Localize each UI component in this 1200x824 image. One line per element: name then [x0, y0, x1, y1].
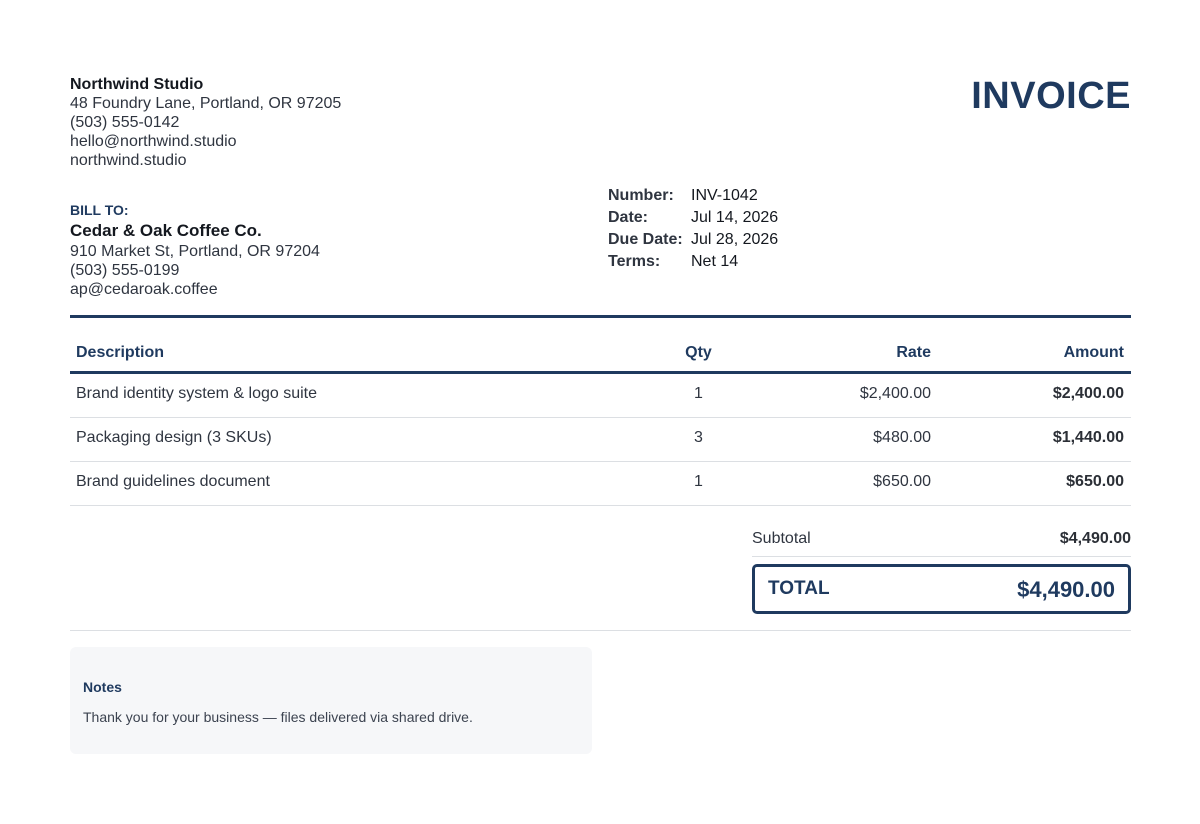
row-qty: 1 [694, 385, 703, 402]
total-label: TOTAL [768, 578, 830, 599]
meta-label: Number: [608, 187, 674, 204]
client-phone: (503) 555-0199 [70, 262, 180, 279]
table-top-rule [70, 315, 1131, 318]
row-qty: 1 [694, 473, 703, 490]
meta-label: Due Date: [608, 231, 683, 248]
notes-title: Notes [83, 679, 122, 695]
header-description: Description [76, 344, 165, 361]
row-description: Packaging design (3 SKUs) [76, 429, 272, 446]
sender-website: northwind.studio [70, 152, 187, 169]
table-row: Brand identity system & logo suite 1 $2,… [70, 374, 1131, 418]
row-description: Brand guidelines document [76, 473, 270, 490]
table-row: Brand guidelines document 1 $650.00 $650… [70, 462, 1131, 506]
invoice-meta: Number: INV-1042 Date: Jul 14, 2026 Due … [608, 185, 778, 273]
subtotal-value: $4,490.00 [1059, 530, 1131, 547]
total-box: TOTAL $4,490.00 [752, 564, 1131, 614]
bill-to-block: BILL TO: Cedar & Oak Coffee Co. 910 Mark… [70, 202, 320, 299]
invoice-page: Northwind Studio 48 Foundry Lane, Portla… [70, 0, 1131, 824]
meta-row-date: Date: Jul 14, 2026 [608, 207, 778, 229]
header-amount: Amount [1063, 344, 1124, 361]
meta-value: INV-1042 [691, 187, 758, 204]
meta-value: Net 14 [691, 253, 739, 270]
meta-value: Jul 14, 2026 [691, 209, 779, 226]
subtotal-row: Subtotal $4,490.00 [752, 527, 1131, 557]
client-address: 910 Market St, Portland, OR 97204 [70, 243, 320, 260]
client-name: Cedar & Oak Coffee Co. [70, 221, 262, 240]
bill-to-label: BILL TO: [70, 202, 129, 218]
subtotal-label: Subtotal [752, 530, 811, 547]
row-amount: $2,400.00 [1052, 385, 1124, 402]
header-rate: Rate [896, 344, 931, 361]
row-rate: $650.00 [873, 473, 931, 490]
table-header: Description Qty Rate Amount [70, 334, 1131, 374]
sender-address: 48 Foundry Lane, Portland, OR 97205 [70, 95, 342, 112]
meta-row-number: Number: INV-1042 [608, 185, 778, 207]
meta-row-terms: Terms: Net 14 [608, 251, 778, 273]
notes-body: Thank you for your business — files deli… [83, 709, 473, 725]
total-value: $4,490.00 [1017, 577, 1115, 602]
client-email: ap@cedaroak.coffee [70, 281, 218, 298]
sender-email: hello@northwind.studio [70, 133, 237, 150]
row-amount: $1,440.00 [1052, 429, 1124, 446]
sender-block: Northwind Studio 48 Foundry Lane, Portla… [70, 75, 341, 170]
table-row: Packaging design (3 SKUs) 3 $480.00 $1,4… [70, 418, 1131, 462]
header-qty: Qty [685, 344, 712, 361]
meta-row-due-date: Due Date: Jul 28, 2026 [608, 229, 778, 251]
row-qty: 3 [694, 429, 703, 446]
row-amount: $650.00 [1066, 473, 1124, 490]
meta-label: Date: [608, 209, 649, 226]
row-rate: $2,400.00 [859, 385, 931, 402]
document-title: INVOICE [971, 75, 1131, 117]
row-description: Brand identity system & logo suite [76, 385, 318, 402]
sender-phone: (503) 555-0142 [70, 114, 180, 131]
sender-name: Northwind Studio [70, 76, 204, 93]
table-body: Brand identity system & logo suite 1 $2,… [70, 374, 1131, 506]
notes-panel: Notes Thank you for your business — file… [70, 647, 592, 754]
meta-label: Terms: [608, 253, 661, 270]
meta-value: Jul 28, 2026 [691, 231, 779, 248]
row-rate: $480.00 [873, 429, 931, 446]
footer-divider [70, 630, 1131, 631]
